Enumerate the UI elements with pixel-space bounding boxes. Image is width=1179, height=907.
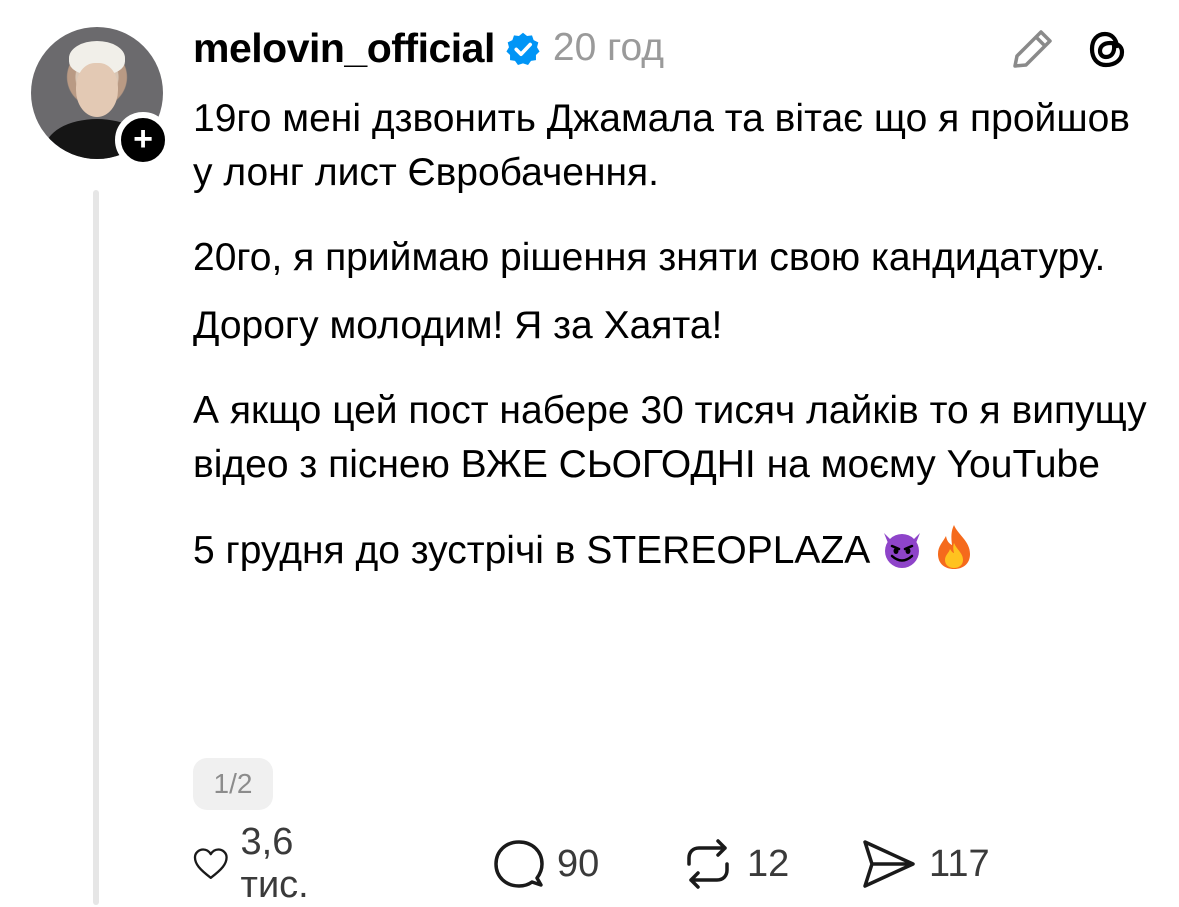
username[interactable]: melovin_official (193, 25, 495, 72)
post-time: 20 год (552, 26, 665, 69)
verified-badge-icon (506, 32, 540, 66)
carousel-pager: 1/2 (193, 758, 273, 810)
post-paragraph-text: 5 грудня до зустрічі в STEREOPLAZA (193, 529, 871, 572)
pencil-icon[interactable] (1007, 26, 1057, 72)
post-paragraph: 19го мені дзвонить Джамала та вітає що я… (193, 97, 1131, 194)
comment-count: 90 (557, 842, 600, 885)
repost-button[interactable]: 12 (681, 836, 789, 892)
smiling-imp-emoji-icon (884, 533, 921, 568)
post-paragraph: 20го, я приймаю рішення зняти свою канди… (193, 236, 1106, 279)
repost-icon (687, 839, 729, 889)
like-count: 3,6 тис. (240, 821, 309, 906)
thread-line (93, 190, 99, 905)
share-send-icon (863, 840, 915, 888)
post-paragraph: А якщо цей пост набере 30 тисяч лайків т… (193, 389, 1147, 486)
follow-plus-button[interactable]: + (115, 112, 171, 168)
repost-count: 12 (747, 842, 790, 885)
comment-button[interactable]: 90 (493, 836, 599, 892)
like-button[interactable]: 3,6 тис. (193, 821, 327, 906)
share-count: 117 (929, 842, 990, 885)
share-button[interactable]: 117 (861, 836, 990, 892)
post-paragraph-last: 5 грудня до зустрічі в STEREOPLAZA (193, 523, 1153, 578)
post-header: melovin_official 20 год (193, 20, 664, 76)
comment-bubble-icon (494, 840, 544, 888)
heart-icon (193, 848, 228, 879)
threads-logo-icon[interactable] (1084, 25, 1132, 73)
fire-emoji-icon (938, 525, 971, 569)
post-paragraph: Дорогу молодим! Я за Хаята! (193, 304, 723, 347)
post-body: 19го мені дзвонить Джамала та вітає що я… (193, 92, 1153, 578)
